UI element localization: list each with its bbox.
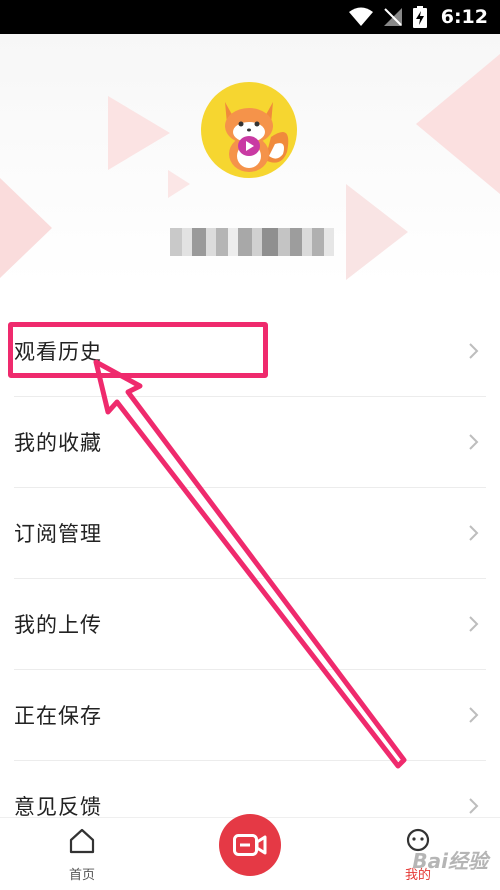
chevron-right-icon — [469, 798, 479, 814]
menu-item-label: 我的上传 — [14, 613, 102, 637]
menu-item-favorites[interactable]: 我的收藏 — [14, 397, 486, 488]
baidu-jingyan-watermark: Bai经验 — [412, 849, 488, 873]
menu-item-label: 我的收藏 — [14, 431, 102, 455]
battery-charging-icon — [412, 6, 427, 28]
menu-item-label: 订阅管理 — [14, 522, 102, 546]
status-bar: 6:12 — [0, 0, 500, 34]
home-icon — [69, 828, 95, 854]
no-signal-icon — [383, 8, 402, 26]
status-time: 6:12 — [440, 6, 488, 28]
menu-item-watch-history[interactable]: 观看历史 — [14, 306, 486, 397]
username-pixelated — [170, 228, 334, 256]
nav-label-home: 首页 — [68, 868, 95, 883]
chevron-right-icon — [469, 434, 479, 450]
menu-list: 观看历史 我的收藏 订阅管理 我的上传 正在保存 意见反馈 — [0, 306, 500, 851]
menu-item-uploads[interactable]: 我的上传 — [14, 579, 486, 670]
menu-item-label: 正在保存 — [14, 704, 102, 728]
video-camera-icon — [233, 834, 267, 856]
chevron-right-icon — [469, 525, 479, 541]
menu-item-label: 观看历史 — [14, 340, 102, 364]
chevron-right-icon — [469, 616, 479, 632]
fox-mascot-icon — [225, 102, 289, 172]
menu-item-subscriptions[interactable]: 订阅管理 — [14, 488, 486, 579]
avatar[interactable] — [201, 82, 297, 178]
record-video-button[interactable] — [219, 814, 281, 876]
chevron-right-icon — [469, 707, 479, 723]
menu-item-saving[interactable]: 正在保存 — [14, 670, 486, 761]
nav-item-home[interactable]: 首页 — [42, 828, 122, 883]
wifi-icon — [348, 7, 373, 26]
chevron-right-icon — [469, 343, 479, 359]
status-icons: 6:12 — [348, 0, 488, 34]
